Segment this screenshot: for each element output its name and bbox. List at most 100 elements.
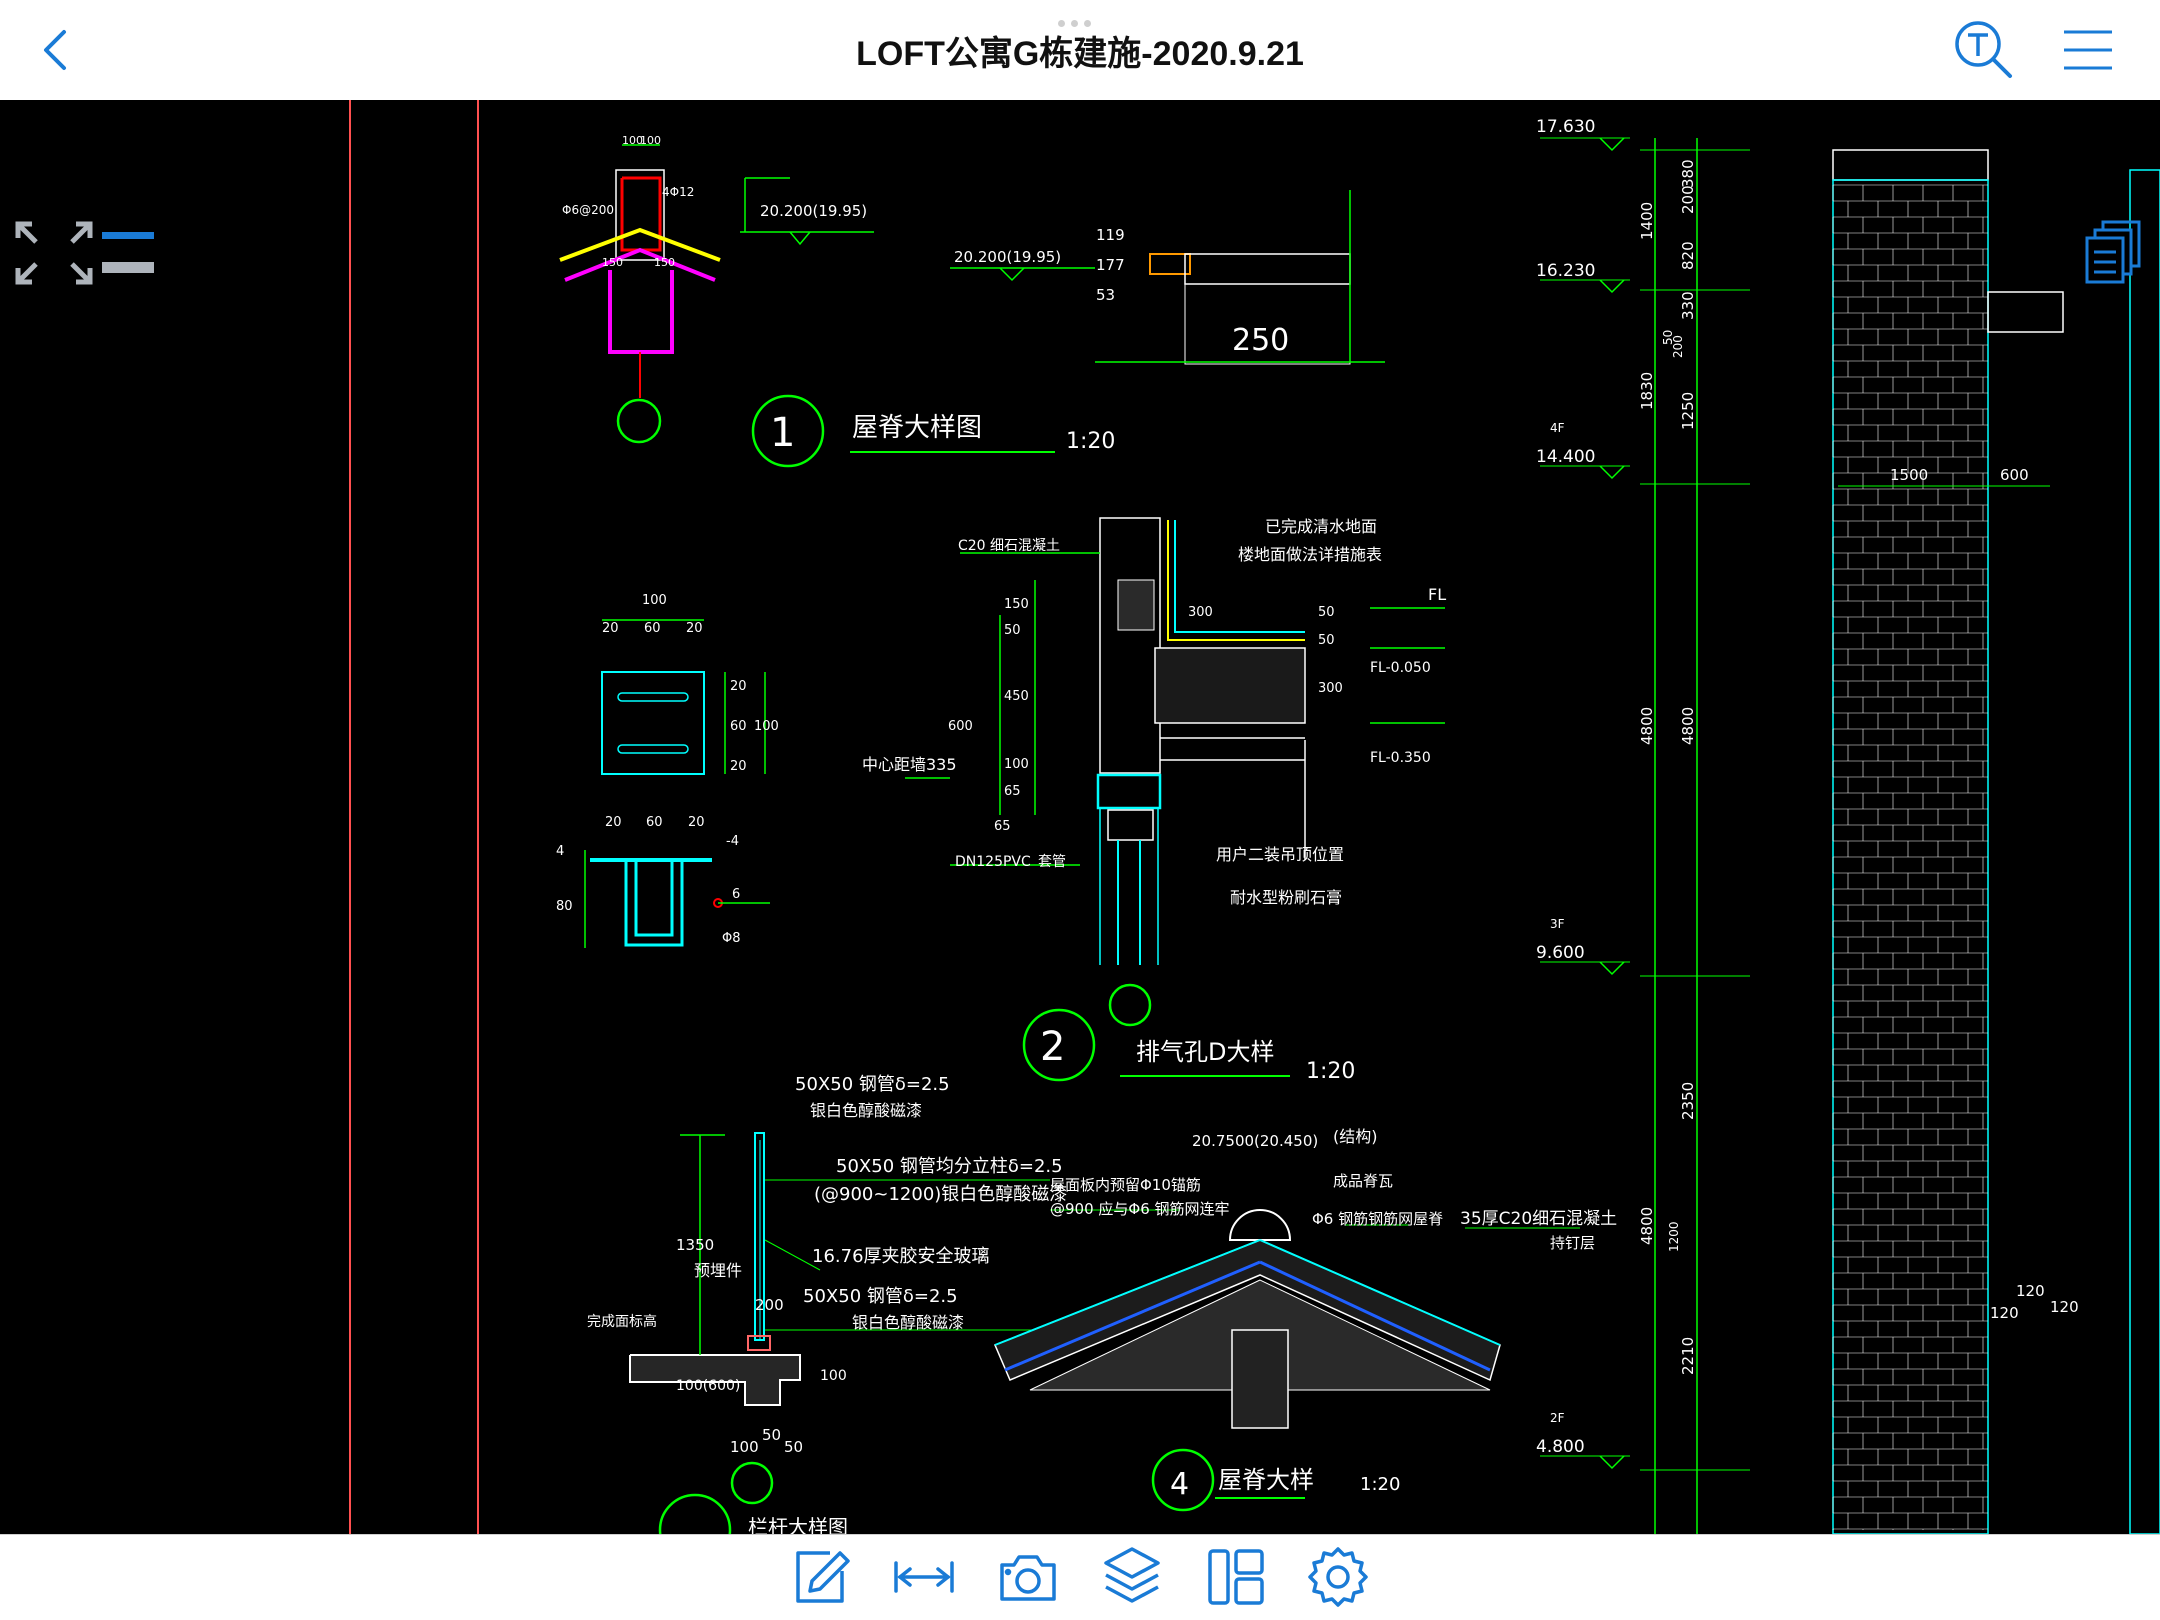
dim-label: 1500 (1890, 466, 1928, 484)
dim-label: 1200 (1667, 1221, 1681, 1252)
level-value: 9.600 (1536, 943, 1585, 963)
camera-icon[interactable] (996, 1545, 1060, 1609)
dim-label: 53 (1096, 286, 1115, 304)
annotation: 16.76厚夹胶安全玻璃 (812, 1246, 990, 1267)
dim-label: 4 (556, 844, 564, 859)
annotation: DN125PVC (955, 854, 1031, 870)
layer-lines-icon[interactable] (102, 232, 154, 273)
level-label: FL-0.050 (1370, 660, 1431, 676)
dim-label: 100(600) (676, 1378, 740, 1394)
level-floor: 2F (1550, 1411, 1565, 1425)
elevation-label: 20.200(19.95) (954, 248, 1061, 266)
dim-label: 330 (1679, 291, 1697, 320)
annotation: 用户二装吊顶位置 (1216, 845, 1344, 864)
level-label: FL-0.350 (1370, 750, 1431, 766)
dim-label: 600 (948, 719, 973, 734)
level-value: 16.230 (1536, 261, 1595, 281)
annotation: 完成面标高 (587, 1313, 657, 1330)
rebar-label: 4Φ12 (662, 185, 694, 199)
dim-label: 20 (730, 759, 747, 774)
dim-label: 4800 (1638, 707, 1656, 745)
dim-label: 1400 (1638, 202, 1656, 240)
dim-label: 4800 (1638, 1207, 1656, 1245)
dim-label: 20 (605, 815, 622, 830)
dim-label: 380 (1679, 159, 1697, 188)
hamburger-menu-icon[interactable] (2058, 22, 2118, 78)
dim-label: 20 (686, 621, 703, 636)
dim-label: 50 (1318, 633, 1335, 648)
layers-icon[interactable] (1100, 1545, 1164, 1609)
dim-label: 50 (1318, 605, 1335, 620)
level-value: 4.800 (1536, 1437, 1585, 1457)
dim-label: -4 (726, 834, 739, 849)
dim-label: 60 (730, 719, 747, 734)
detail-title: 排气孔D大样 (1136, 1038, 1274, 1066)
detail-scale: 1:20 (1360, 1474, 1400, 1495)
annotation: 耐水型粉刷石膏 (1230, 888, 1342, 907)
annotation: 银白色醇酸磁漆 (810, 1101, 922, 1120)
document-stack-icon[interactable] (2085, 220, 2145, 284)
dim-label: 119 (1096, 226, 1125, 244)
annotation: 成品脊瓦 (1333, 1172, 1393, 1190)
detail-vent-labels: 100 20 60 20 20 60 100 20 20 60 20 4 -4 … (556, 593, 779, 946)
dim-label: 60 (644, 621, 661, 636)
dim-label: 50 (1004, 623, 1021, 638)
annotation: (结构) (1333, 1127, 1378, 1146)
canvas-left-tools (14, 220, 164, 291)
dim-label: 100 (730, 1438, 759, 1456)
detail-scale: 1:20 (1306, 1059, 1355, 1084)
level-value: 14.400 (1536, 447, 1595, 467)
document-title: LOFT公寓G栋建施-2020.9.21 (856, 35, 1304, 73)
layout-panel-icon[interactable] (1204, 1545, 1268, 1609)
annotation: 银白色醇酸磁漆 (852, 1313, 964, 1332)
dim-label: 2210 (1679, 1337, 1697, 1375)
dim-label: 65 (994, 819, 1011, 834)
dim-label: 4800 (1679, 707, 1697, 745)
dim-label: 50 (762, 1426, 781, 1444)
elevation-dim-labels: 1400 1830 4800 4800 380 200 820 330 200 … (1638, 159, 1697, 1375)
brick-facade (1832, 149, 2160, 1534)
dim-label: 450 (1004, 689, 1029, 704)
elevation-label: 20.200(19.95) (760, 202, 867, 220)
annotation: 50X50 钢管δ=2.5 (795, 1074, 950, 1095)
dim-label: 60 (646, 815, 663, 830)
dim-label: 120 (2016, 1282, 2045, 1300)
annotation: 楼地面做法详措施表 (1238, 545, 1382, 564)
elevation-level-labels: 17.630 16.230 4F 14.400 3F 9.600 2F 4.80… (1536, 117, 1595, 1457)
annotate-pencil-icon[interactable] (790, 1545, 854, 1609)
top-nav-bar: LOFT公寓G栋建施-2020.9.21 (0, 0, 2160, 101)
expand-arrows-icon[interactable] (15, 221, 93, 285)
text-search-icon[interactable] (1952, 18, 2016, 82)
measure-distance-icon[interactable] (892, 1545, 956, 1609)
annotation: 预埋件 (694, 1261, 742, 1280)
dim-label: 177 (1096, 256, 1125, 274)
dim-label: 200 (755, 1296, 784, 1314)
annotation: 屋面板内预留Φ10锚筋 (1050, 1176, 1201, 1194)
detail-2 (905, 517, 1445, 1082)
dim-label: 80 (556, 899, 573, 914)
detail-scale: 1:20 (1066, 429, 1115, 454)
facade-labels: 1500 600 120 120 120 (1890, 466, 2079, 1322)
cad-drawing-canvas[interactable]: 100 100 Φ6@200 4Φ12 150 150 20.200(19.95… (0, 100, 2160, 1534)
dim-label: 20 (730, 679, 747, 694)
bottom-toolbar (0, 1534, 2160, 1620)
detail-number: 1 (770, 410, 795, 456)
dim-label: 100 (1004, 757, 1029, 772)
detail-title: 栏杆大样图 (748, 1515, 848, 1534)
detail-4 (994, 1209, 1580, 1512)
annotation: 已完成清水地面 (1265, 517, 1377, 536)
annotation: 套管 (1038, 854, 1066, 870)
settings-gear-icon[interactable] (1306, 1545, 1370, 1609)
detail-number: 4 (1170, 1467, 1189, 1502)
canvas-tool-icons (15, 221, 154, 285)
detail-number: 2 (1040, 1024, 1065, 1070)
elevation-label: 20.7500(20.450) (1192, 1132, 1318, 1150)
rebar-label: Φ6@200 (562, 203, 614, 217)
dim-label: 200 (1679, 185, 1697, 214)
detail-title: 屋脊大样 (1218, 1466, 1314, 1494)
annotation: (@900~1200)银白色醇酸磁漆 (814, 1184, 1067, 1205)
window-grabber[interactable] (1058, 14, 1102, 27)
dim-label: 50 (784, 1438, 803, 1456)
dim-label: 2350 (1679, 1082, 1697, 1120)
dim-label: 6 (732, 887, 740, 902)
